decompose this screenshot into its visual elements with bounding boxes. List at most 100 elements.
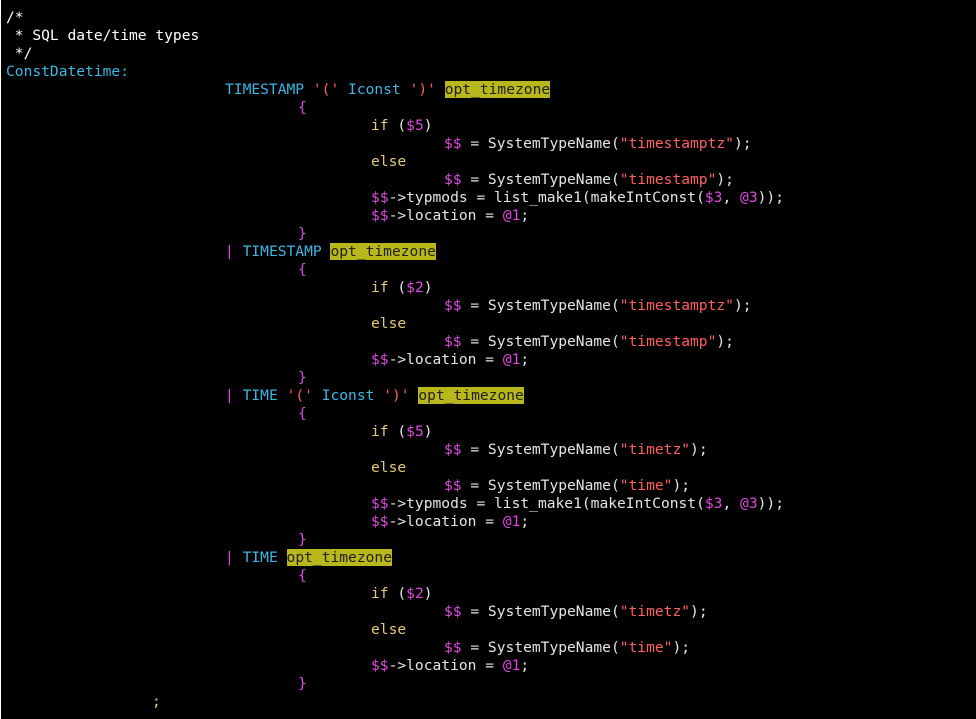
token-special: $2 — [406, 585, 424, 602]
token-special: @1 — [502, 207, 521, 224]
token-string: ')' — [383, 387, 410, 404]
token-special: $5 — [406, 117, 424, 134]
code-line: if ($2) — [6, 279, 784, 297]
token-default — [401, 81, 410, 98]
token-special: $3 — [704, 495, 723, 512]
token-string: "timestamp" — [619, 171, 717, 188]
code-view: /* * SQL date/time types */ConstDatetime… — [6, 9, 784, 711]
code-line: { — [6, 99, 784, 117]
code-line: $$ = SystemTypeName("timestamp"); — [6, 171, 784, 189]
token-default: , — [722, 189, 741, 206]
token-string: "timestamptz" — [619, 135, 734, 152]
code-line: * SQL date/time types — [6, 27, 784, 45]
token-keyword: else — [371, 153, 407, 170]
token-string: "timestamp" — [619, 333, 717, 350]
code-line: $$ = SystemTypeName("time"); — [6, 639, 784, 657]
token-special: $$ — [444, 297, 462, 314]
token-label: TIME — [242, 549, 278, 566]
code-line: $$ = SystemTypeName("time"); — [6, 477, 784, 495]
token-default: ); — [690, 603, 708, 620]
token-special: $$ — [371, 189, 389, 206]
token-special: } — [298, 225, 307, 242]
token-default: ); — [672, 639, 691, 656]
token-default: ->location = — [388, 207, 503, 224]
token-default: = SystemTypeName( — [461, 603, 620, 620]
token-default: ->location = — [388, 513, 503, 530]
token-default — [436, 81, 445, 98]
token-special: $$ — [371, 495, 389, 512]
token-default — [313, 387, 322, 404]
token-special: $$ — [444, 603, 462, 620]
token-default: ); — [716, 171, 734, 188]
code-line: if ($2) — [6, 585, 784, 603]
token-special: $$ — [444, 171, 462, 188]
token-default: ( — [388, 585, 407, 602]
token-string: "time" — [619, 477, 673, 494]
code-line: } — [6, 531, 784, 549]
code-line: } — [6, 675, 784, 693]
token-default: ) — [423, 585, 433, 602]
token-comment: /* — [6, 9, 24, 26]
token-special: $$ — [371, 513, 389, 530]
token-special: { — [298, 405, 307, 422]
token-string: '(' — [312, 81, 340, 98]
token-special: $$ — [444, 333, 462, 350]
code-line: } — [6, 369, 784, 387]
token-special: $2 — [406, 279, 424, 296]
token-special: $3 — [704, 189, 723, 206]
token-keyword: ; — [152, 693, 161, 710]
token-string: "timestamptz" — [619, 297, 734, 314]
token-default — [234, 549, 243, 566]
token-special: | — [225, 243, 234, 260]
token-default: ; — [520, 207, 530, 224]
terminal-editor[interactable]: /* * SQL date/time types */ConstDatetime… — [1, 0, 976, 719]
token-keyword: else — [371, 459, 407, 476]
token-keyword: if — [371, 117, 389, 134]
code-line: else — [6, 621, 784, 639]
token-label: TIMESTAMP — [225, 81, 305, 98]
code-line: $$ = SystemTypeName("timestamp"); — [6, 333, 784, 351]
token-default: ->typmods = list_make1(makeIntConst( — [388, 495, 705, 512]
token-default: ) — [423, 117, 433, 134]
token-special: $5 — [406, 423, 424, 440]
token-default — [339, 81, 348, 98]
token-default: = SystemTypeName( — [461, 135, 620, 152]
code-line: $$->location = @1; — [6, 657, 784, 675]
token-keyword: if — [371, 585, 389, 602]
search-match: opt_timezone — [418, 387, 524, 404]
token-default: , — [722, 495, 741, 512]
token-default: = SystemTypeName( — [461, 333, 620, 350]
token-comment: */ — [6, 45, 33, 62]
token-default: )); — [757, 189, 784, 206]
token-special: $$ — [444, 477, 462, 494]
token-default — [278, 549, 287, 566]
token-default: ) — [423, 279, 433, 296]
token-special: @1 — [502, 657, 521, 674]
code-line: TIMESTAMP '(' Iconst ')' opt_timezone — [6, 81, 784, 99]
token-default: )); — [757, 495, 784, 512]
token-special: $$ — [371, 657, 389, 674]
token-default: ->typmods = list_make1(makeIntConst( — [388, 189, 705, 206]
token-label: TIMESTAMP — [242, 243, 322, 260]
token-default: ; — [520, 351, 530, 368]
token-default: = SystemTypeName( — [461, 297, 620, 314]
code-line: $$ = SystemTypeName("timestamptz"); — [6, 297, 784, 315]
token-default: ; — [520, 657, 530, 674]
token-default: ->location = — [388, 351, 503, 368]
token-default: ( — [388, 423, 407, 440]
